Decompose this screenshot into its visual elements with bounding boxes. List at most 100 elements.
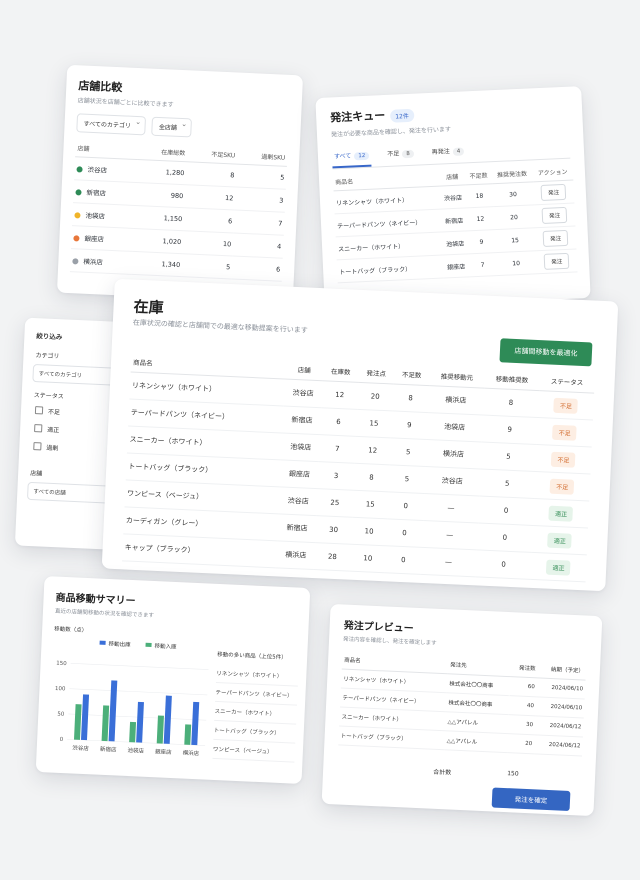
order-button[interactable]: 発注 [542, 229, 569, 247]
column-header: 店舗 [284, 358, 324, 381]
delivery-date: 2024/06/10 [536, 677, 586, 700]
excess-sku: 7 [233, 210, 285, 236]
status-cell: 適正 [532, 498, 590, 528]
stock-count: 12 [321, 380, 359, 410]
bar [73, 704, 82, 740]
column-header: 店舗 [438, 167, 466, 187]
status-badge: 不足 [552, 424, 578, 441]
store-name: 池袋店 [441, 230, 469, 256]
filter-status-label: ステータス [33, 392, 64, 401]
store-name: 新宿店 [282, 406, 322, 435]
product-name: トートバッグ（ブラック） [336, 255, 444, 283]
action-cell: 発注 [535, 248, 578, 274]
order-qty: 60 [509, 676, 538, 697]
order-queue-card: 発注キュー 12件 発注が必要な商品を確認し、発注を行います すべて 12 不足 8 … [315, 86, 591, 310]
action-cell: 発注 [534, 225, 577, 251]
legend-swatch-icon [145, 642, 152, 647]
short-sku: 10 [182, 230, 234, 256]
source-store[interactable]: 横浜店 [425, 439, 482, 469]
status-checkbox-excess[interactable]: 過剰 [33, 442, 58, 453]
inventory-table: 商品名 店舗 在庫数 発注点 不足数 推奨移動元 移動推奨数 ステータス リネン… [122, 351, 596, 583]
source-store[interactable]: 池袋店 [426, 412, 483, 443]
y-tick-label: 150 [56, 661, 67, 667]
excess-sku: 5 [235, 164, 287, 190]
top-item: ワンピース（ベージュ） [212, 739, 296, 763]
recommended-order: 10 [495, 250, 538, 276]
column-header: 発注点 [358, 361, 395, 384]
status-dot-icon [76, 166, 83, 173]
y-tick-label: 0 [60, 737, 64, 743]
stock-count: 30 [315, 515, 352, 545]
total-stock: 1,020 [132, 228, 184, 254]
store-cell: 銀座店 [70, 225, 134, 252]
reorder-point: 8 [353, 463, 390, 492]
store-compare-subtitle: 店舗状況を店舗ごとに比較できます [77, 97, 174, 109]
reorder-point: 15 [355, 409, 393, 438]
delivery-date: 2024/06/10 [535, 696, 585, 719]
store-cell: 渋谷店 [74, 156, 137, 183]
order-button[interactable]: 発注 [541, 206, 568, 224]
status-badge: 不足 [551, 451, 576, 468]
product-name: トートバッグ（ブラック） [338, 725, 446, 750]
short-sku: 12 [184, 184, 236, 211]
optimize-transfer-button[interactable]: 店舗間移動を最適化 [499, 338, 593, 367]
order-queue-count-badge: 12件 [389, 108, 415, 123]
order-button[interactable]: 発注 [540, 183, 567, 201]
status-checkbox-normal[interactable]: 適正 [34, 424, 59, 435]
store-name: 新宿店 [440, 207, 468, 233]
excess-sku: 3 [234, 187, 286, 213]
order-button[interactable]: 発注 [543, 252, 570, 270]
bar [108, 680, 118, 742]
move-count: 0 [477, 495, 535, 526]
confirm-order-button[interactable]: 発注を確定 [491, 787, 571, 811]
reorder-point: 10 [349, 544, 387, 573]
column-header: 不足数 [393, 363, 430, 386]
status-badge: 適正 [548, 505, 574, 522]
move-count: 0 [475, 549, 532, 580]
source-store[interactable]: 渋谷店 [424, 466, 481, 496]
stock-count: 6 [320, 407, 357, 437]
move-count: 5 [479, 468, 536, 499]
bar [136, 701, 144, 743]
source-store[interactable]: 横浜店 [427, 385, 485, 416]
tab-all[interactable]: すべて 12 [331, 145, 372, 169]
store-dropdown[interactable]: 全店舗 [151, 116, 193, 138]
status-cell: 適正 [530, 552, 587, 582]
shortage-count: 5 [389, 437, 427, 467]
x-tick-label: 渋谷店 [72, 744, 89, 753]
excess-sku: 4 [232, 232, 284, 259]
order-preview-title: 発注プレビュー [343, 620, 414, 635]
status-cell: 不足 [537, 390, 595, 421]
status-checkbox-shortage[interactable]: 不足 [35, 406, 60, 417]
move-count: 9 [481, 415, 538, 445]
column-header: 在庫総数 [136, 142, 188, 162]
tab-shortage[interactable]: 不足 8 [385, 144, 416, 166]
store-name: 銀座店 [442, 253, 470, 279]
store-name: 渋谷店 [283, 379, 323, 408]
status-badge: 不足 [549, 478, 575, 495]
column-header: 推奨発注数 [491, 164, 533, 184]
reorder-point: 10 [350, 517, 388, 546]
short-sku: 6 [183, 207, 235, 233]
store-cell: 新宿店 [73, 179, 136, 206]
status-dot-icon [75, 189, 82, 196]
short-sku: 8 [185, 161, 237, 188]
store-compare-card: 店舗比較 店舗状況を店舗ごとに比較できます すべてのカテゴリ 全店舗 店舗 在庫… [56, 64, 304, 304]
source-store: — [421, 520, 478, 550]
shortage-count: 0 [387, 491, 425, 521]
status-dot-icon [74, 212, 81, 219]
status-cell: 不足 [535, 444, 592, 474]
source-store: — [420, 547, 477, 577]
bar [80, 694, 90, 741]
delivery-date: 2024/06/12 [533, 734, 583, 756]
grid-line [69, 688, 208, 696]
total-stock: 980 [134, 182, 186, 208]
store-name: 新宿店 [277, 513, 317, 543]
total-value: 150 [507, 770, 519, 778]
tab-reorder[interactable]: 再発注 4 [429, 141, 466, 164]
order-preview-subtitle: 発注内容を確認し、発注を確定します [342, 636, 437, 647]
excess-sku: 6 [231, 255, 283, 282]
category-dropdown[interactable]: すべてのカテゴリ [76, 113, 147, 136]
store-name: 渋谷店 [439, 184, 467, 210]
column-header: ステータス [539, 370, 596, 394]
